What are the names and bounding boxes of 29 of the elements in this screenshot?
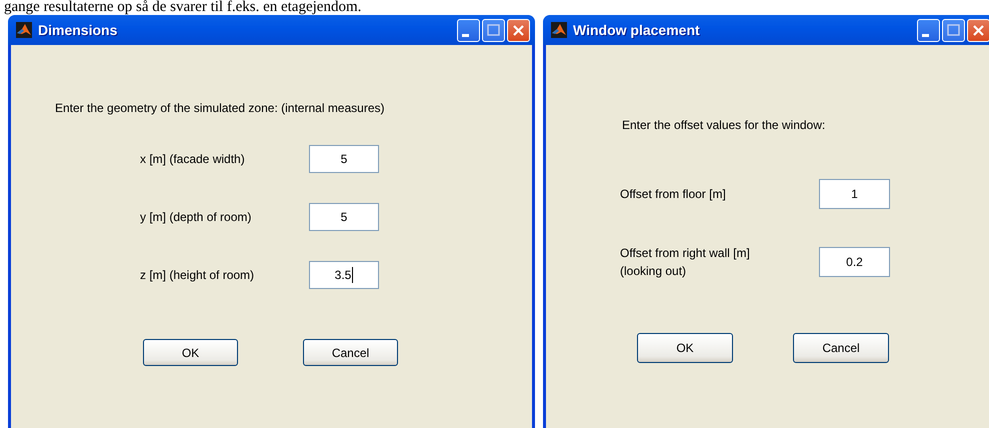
maximize-button[interactable] [482, 18, 505, 42]
close-button[interactable] [967, 18, 989, 42]
field-label: x [m] (facade width) [140, 151, 246, 168]
minimize-button[interactable] [457, 18, 480, 42]
minimize-icon [922, 34, 929, 36]
field-label: Offset from floor [m] [620, 186, 727, 203]
input-field[interactable]: 5 [309, 203, 379, 231]
window-title: Window placement [573, 22, 701, 38]
field-label: Offset from right wall [m] (looking out) [620, 245, 751, 280]
input-field[interactable]: 1 [819, 179, 890, 209]
input-field[interactable]: 0.2 [819, 247, 890, 277]
minimize-icon [462, 34, 469, 36]
close-button[interactable] [507, 18, 530, 42]
field-label: z [m] (height of room) [140, 267, 256, 284]
input-field[interactable]: 5 [309, 145, 379, 173]
window-title: Dimensions [38, 22, 118, 38]
app-icon [551, 22, 567, 38]
input-field[interactable]: 3.5 [309, 261, 379, 289]
prompt-text: Enter the geometry of the simulated zone: (internal measures) [55, 101, 386, 115]
dialog-button[interactable]: OK [637, 333, 733, 363]
maximize-button[interactable] [942, 18, 965, 42]
minimize-button[interactable] [917, 18, 940, 42]
app-icon [16, 22, 32, 38]
page-text: gange resultaterne op så de svarer til f.eks. en etagejendom. [3, 0, 362, 15]
dialog-button[interactable]: Cancel [793, 333, 889, 363]
dialog-button[interactable]: Cancel [303, 339, 398, 366]
field-label: y [m] (depth of room) [140, 209, 252, 226]
prompt-text: Enter the offset values for the window: [622, 118, 826, 132]
dialog-button[interactable]: OK [143, 339, 238, 366]
